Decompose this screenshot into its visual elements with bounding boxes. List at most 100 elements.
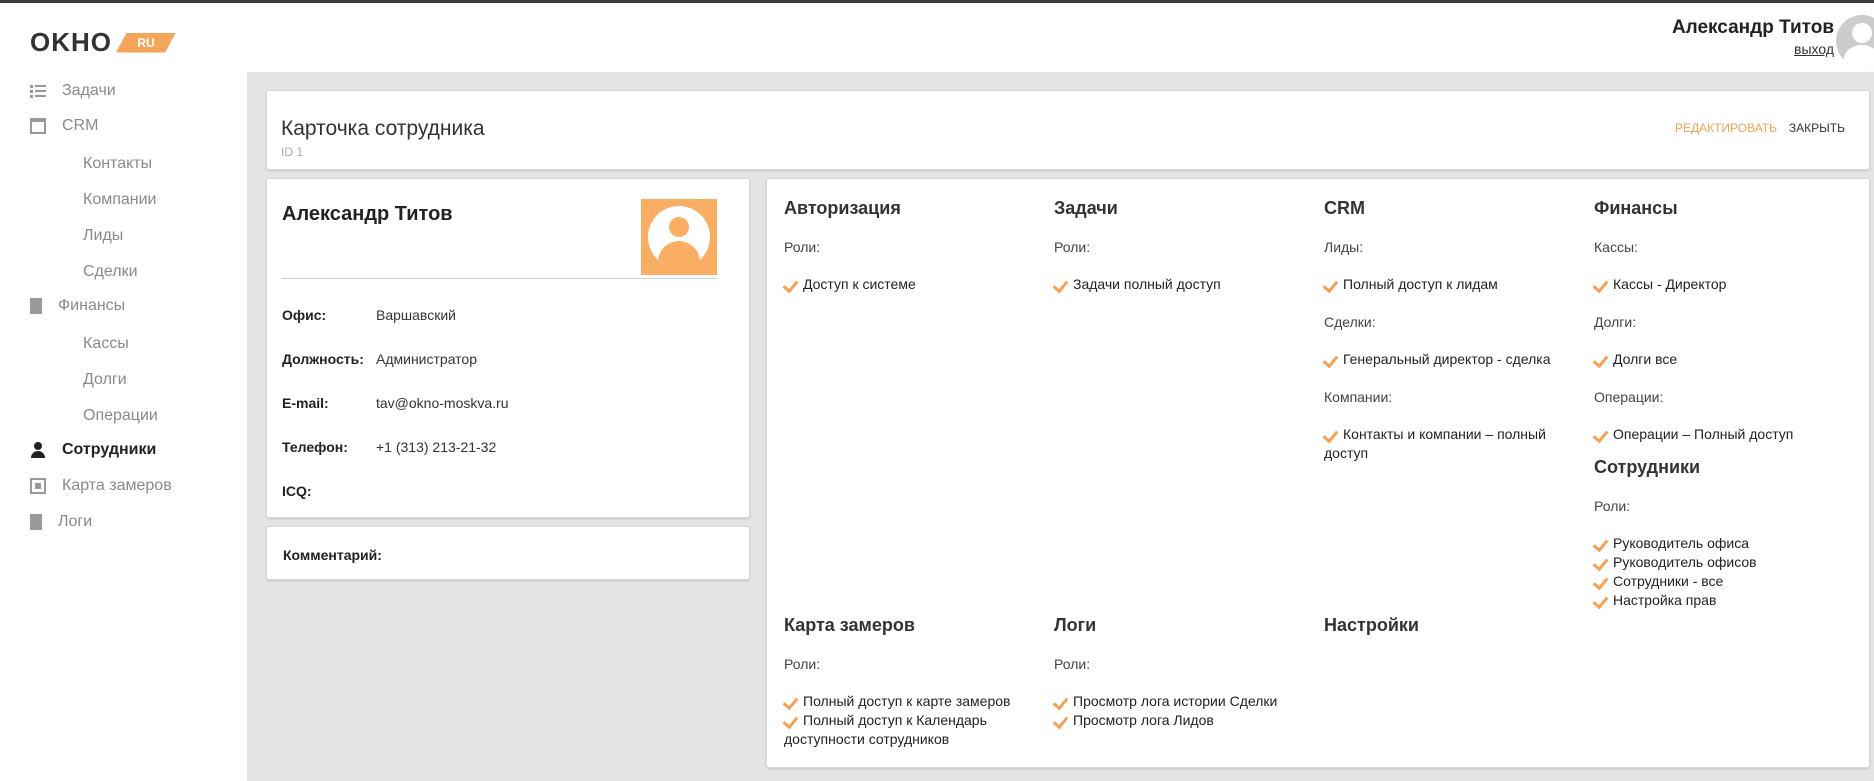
tasks-icon: [30, 83, 46, 99]
permission-item-continued: доступности сотрудников: [784, 731, 950, 747]
user-icon: [30, 442, 46, 458]
employee-name: Александр Титов: [282, 203, 453, 225]
section-subtitle: Долги:: [1594, 314, 1637, 330]
logo[interactable]: OKHO RU: [30, 27, 176, 58]
permission-item: Контакты и компании – полный: [1324, 425, 1586, 444]
field-phone: Телефон: +1 (313) 213-21-32: [282, 439, 496, 455]
perm-section-staff: Сотрудники Роли: Руководитель офиса Руко…: [1594, 457, 1856, 610]
permission-item-continued: доступ: [1324, 445, 1369, 461]
edit-button[interactable]: РЕДАКТИРОВАТЬ: [1675, 121, 1777, 135]
field-value: Администратор: [376, 351, 478, 367]
field-office: Офис: Варшавский: [282, 307, 456, 323]
permission-item: Просмотр лога Лидов: [1054, 711, 1316, 730]
perm-section-finance: Финансы Кассы: Кассы - Директор Долги: Д…: [1594, 198, 1856, 444]
permission-item: Руководитель офиса: [1594, 534, 1856, 553]
perm-section-map: Карта замеров Роли: Полный доступ к карт…: [784, 615, 1046, 749]
perm-section-crm: CRM Лиды: Полный доступ к лидам Сделки: …: [1324, 198, 1586, 483]
map-icon: [30, 478, 46, 494]
sidebar-item-staff[interactable]: Сотрудники: [30, 441, 156, 459]
field-value: Варшавский: [376, 307, 456, 323]
perm-section-tasks: Задачи Роли: Задачи полный доступ: [1054, 198, 1316, 294]
section-subtitle: Компании:: [1324, 389, 1393, 405]
permission-item: Долги все: [1594, 350, 1856, 369]
user-box: Александр Титов выход: [1672, 17, 1834, 57]
permission-item: Доступ к системе: [784, 275, 1046, 294]
permission-item: Генеральный директор - сделка: [1324, 350, 1586, 369]
sidebar-subitem-leads[interactable]: Лиды: [83, 227, 123, 245]
field-label: ICQ:: [282, 483, 312, 499]
section-subtitle: Операции:: [1594, 389, 1664, 405]
section-title: Финансы: [1594, 198, 1678, 218]
section-title: Настройки: [1324, 615, 1419, 635]
comment-card: Комментарий:: [266, 526, 750, 580]
section-subtitle: Роли:: [1054, 656, 1091, 672]
permission-item: Полный доступ к лидам: [1324, 275, 1586, 294]
section-title: Задачи: [1054, 198, 1118, 218]
logo-badge: RU: [116, 32, 176, 53]
perm-section-settings: Настройки: [1324, 615, 1586, 656]
sidebar-item-tasks[interactable]: Задачи: [30, 82, 116, 100]
field-label: E-mail:: [282, 395, 329, 411]
perm-section-auth: Авторизация Роли: Доступ к системе: [784, 198, 1046, 294]
sidebar-subitem-debts[interactable]: Долги: [83, 371, 127, 389]
avatar[interactable]: [1836, 15, 1874, 67]
section-title: CRM: [1324, 198, 1365, 218]
top-bar: OKHO RU Александр Титов выход: [0, 0, 1874, 72]
sidebar-subitem-operations[interactable]: Операции: [83, 407, 158, 425]
section-subtitle: Роли:: [1054, 239, 1091, 255]
section-subtitle: Роли:: [784, 656, 821, 672]
window-icon: [30, 118, 46, 134]
comment-label: Комментарий:: [283, 547, 382, 563]
field-value: +1 (313) 213-21-32: [376, 439, 497, 455]
section-subtitle: Сделки:: [1324, 314, 1376, 330]
page-header: Карточка сотрудника ID 1 РЕДАКТИРОВАТЬ З…: [266, 90, 1870, 170]
section-title: Авторизация: [784, 198, 901, 218]
field-position: Должность: Администратор: [282, 351, 477, 367]
section-title: Карта замеров: [784, 615, 915, 635]
section-subtitle: Роли:: [1594, 498, 1631, 514]
sidebar-item-crm[interactable]: CRM: [30, 117, 98, 135]
field-label: Телефон:: [282, 439, 348, 455]
sidebar-item-label: Логи: [58, 513, 93, 530]
permission-item: Просмотр лога истории Сделки: [1054, 692, 1316, 711]
employee-photo: [641, 199, 717, 275]
permission-item: Полный доступ к карте замеров: [784, 692, 1046, 711]
permission-item: Кассы - Директор: [1594, 275, 1856, 294]
sidebar-item-label: Карта замеров: [62, 477, 172, 494]
field-icq: ICQ:: [282, 483, 376, 499]
field-label: Должность:: [282, 351, 364, 367]
sidebar-item-map[interactable]: Карта замеров: [30, 477, 172, 495]
sidebar-subitem-cash[interactable]: Кассы: [83, 335, 129, 353]
field-value: tav@okno-moskva.ru: [376, 395, 509, 411]
permission-item: Полный доступ к Календарь: [784, 711, 1046, 730]
sidebar-subitem-contacts[interactable]: Контакты: [83, 155, 152, 173]
sidebar-subitem-deals[interactable]: Сделки: [83, 263, 138, 281]
sidebar: Задачи CRM Контакты Компании Лиды Сделки…: [0, 72, 247, 781]
sidebar-subitem-companies[interactable]: Компании: [83, 191, 157, 209]
page-title: Карточка сотрудника: [281, 117, 485, 140]
section-title: Сотрудники: [1594, 457, 1701, 477]
sidebar-item-label: Финансы: [58, 297, 126, 314]
section-subtitle: Лиды:: [1324, 239, 1364, 255]
permission-item: Задачи полный доступ: [1054, 275, 1316, 294]
permission-item: Руководитель офисов: [1594, 553, 1856, 572]
divider: [282, 278, 717, 279]
sidebar-item-logs[interactable]: Логи: [30, 513, 92, 531]
section-subtitle: Кассы:: [1594, 239, 1638, 255]
record-id: ID 1: [281, 145, 304, 159]
log-icon: [30, 514, 42, 530]
sidebar-item-label: Задачи: [62, 82, 116, 99]
user-name: Александр Титов: [1671, 17, 1834, 38]
logout-link[interactable]: выход: [1672, 41, 1834, 57]
section-subtitle: Роли:: [784, 239, 821, 255]
permission-item: Операции – Полный доступ: [1594, 425, 1856, 444]
perm-section-logs: Логи Роли: Просмотр лога истории Сделки …: [1054, 615, 1316, 730]
sidebar-item-finance[interactable]: Финансы: [30, 297, 125, 315]
close-button[interactable]: ЗАКРЫТЬ: [1789, 121, 1845, 135]
field-label: Офис:: [282, 307, 327, 323]
permissions-card: Авторизация Роли: Доступ к системе Задач…: [766, 178, 1870, 768]
field-email: E-mail: tav@okno-moskva.ru: [282, 395, 508, 411]
logo-text: OKHO: [30, 27, 112, 57]
permission-item: Сотрудники - все: [1594, 572, 1856, 591]
permission-item: Настройка прав: [1594, 591, 1856, 610]
